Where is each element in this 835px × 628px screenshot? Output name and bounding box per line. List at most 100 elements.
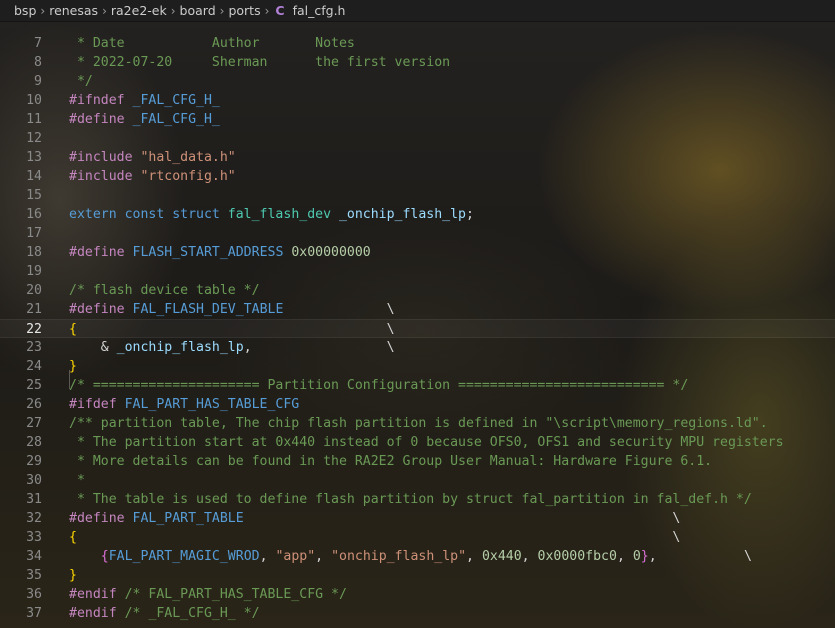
line-number: 28 — [26, 435, 42, 450]
code-line-13[interactable]: 13 #include "hal_data.h" — [0, 148, 835, 167]
code-token: FAL_FLASH_DEV_TABLE — [132, 302, 284, 317]
code-text: */ — [69, 72, 93, 91]
breadcrumb-item-renesas[interactable]: renesas — [49, 3, 98, 18]
line-number: 34 — [26, 549, 42, 564]
line-number: 22 — [26, 322, 42, 337]
code-line-11[interactable]: 11 #define _FAL_CFG_H_ — [0, 110, 835, 129]
code-token: } — [69, 568, 77, 583]
code-line-28[interactable]: 28 * The partition start at 0x440 instea… — [0, 433, 835, 452]
code-line-12[interactable]: 12 — [0, 129, 835, 148]
chevron-right-icon: › — [264, 3, 270, 18]
code-line-22[interactable]: 22 { \ — [0, 319, 835, 338]
line-number: 15 — [26, 188, 42, 203]
code-line-7[interactable]: 7 * Date Author Notes — [0, 34, 835, 53]
code-line-25[interactable]: 25 /* ===================== Partition Con… — [0, 376, 835, 395]
code-line-24[interactable]: 24} — [0, 357, 835, 376]
code-token: #ifdef — [69, 397, 125, 412]
code-token: \ — [76, 322, 395, 337]
code-text: #ifdef FAL_PART_HAS_TABLE_CFG — [69, 395, 299, 414]
code-token: * Date Author Notes — [69, 36, 355, 51]
code-token: /* ===================== Partition Confi… — [69, 378, 689, 393]
breadcrumb-item-bsp[interactable]: bsp — [14, 3, 36, 18]
code-text: * Date Author Notes — [69, 34, 355, 53]
code-token: , — [521, 549, 538, 564]
line-number: 37 — [26, 606, 42, 621]
code-token: "app" — [275, 549, 316, 564]
code-text: * More details can be found in the RA2E2… — [69, 452, 712, 471]
code-text: /** partition table, The chip flash part… — [69, 414, 768, 433]
code-text: #define FLASH_START_ADDRESS 0x00000000 — [69, 243, 371, 262]
code-token: /* flash device table */ — [69, 283, 260, 298]
line-number: 31 — [26, 492, 42, 507]
code-line-15[interactable]: 15 — [0, 186, 835, 205]
code-text: #endif /* _FAL_CFG_H_ */ — [69, 604, 260, 623]
line-number: 30 — [26, 473, 42, 488]
code-line-14[interactable]: 14 #include "rtconfig.h" — [0, 167, 835, 186]
code-token: /* _FAL_CFG_H_ */ — [124, 606, 260, 621]
code-token: _FAL_CFG_H_ — [132, 112, 220, 127]
code-token: FAL_PART_MAGIC_WROD — [108, 549, 260, 564]
code-token: , — [466, 549, 482, 564]
code-token: * 2022-07-20 Sherman the first version — [69, 55, 451, 70]
code-token: { — [100, 549, 109, 564]
code-text: #define FAL_FLASH_DEV_TABLE \ — [69, 300, 395, 319]
code-token: * The table is used to define flash part… — [69, 492, 752, 507]
code-token: FLASH_START_ADDRESS — [132, 245, 284, 260]
code-line-33[interactable]: 33 { \ — [0, 528, 835, 547]
code-text: { \ — [69, 320, 395, 339]
line-number: 16 — [26, 207, 42, 222]
code-line-8[interactable]: 8 * 2022-07-20 Sherman the first version — [0, 53, 835, 72]
code-token: { — [69, 530, 77, 545]
breadcrumb: bsp › renesas › ra2e2-ek › board › ports… — [0, 0, 835, 22]
code-token: #define — [69, 511, 133, 526]
code-line-32[interactable]: 32 #define FAL_PART_TABLE \ — [0, 509, 835, 528]
code-token: } — [640, 549, 649, 564]
breadcrumb-item-board[interactable]: board — [180, 3, 216, 18]
chevron-right-icon: › — [40, 3, 46, 18]
code-editor[interactable]: 7 * Date Author Notes 8 * 2022-07-20 Sher… — [0, 34, 835, 623]
code-line-27[interactable]: 27 /** partition table, The chip flash pa… — [0, 414, 835, 433]
line-number: 20 — [26, 283, 42, 298]
code-line-34[interactable]: 34 {FAL_PART_MAGIC_WROD, "app", "onchip_… — [0, 547, 835, 566]
line-number: 32 — [26, 511, 42, 526]
code-token: { — [69, 322, 77, 337]
code-token: , — [315, 549, 332, 564]
line-number: 36 — [26, 587, 42, 602]
code-token: */ — [69, 74, 93, 89]
code-token: #endif — [69, 606, 125, 621]
code-line-20[interactable]: 20 /* flash device table */ — [0, 281, 835, 300]
code-line-19[interactable]: 19 — [0, 262, 835, 281]
code-line-26[interactable]: 26 #ifdef FAL_PART_HAS_TABLE_CFG — [0, 395, 835, 414]
c-file-icon: C — [275, 3, 285, 18]
code-token: _FAL_CFG_H_ — [132, 93, 220, 108]
chevron-right-icon: › — [102, 3, 107, 18]
code-line-35[interactable]: 35} — [0, 566, 835, 585]
code-line-37[interactable]: 37 #endif /* _FAL_CFG_H_ */ — [0, 604, 835, 623]
code-line-10[interactable]: 10 #ifndef _FAL_CFG_H_ — [0, 91, 835, 110]
code-line-18[interactable]: 18 #define FLASH_START_ADDRESS 0x00000000 — [0, 243, 835, 262]
code-line-30[interactable]: 30 * — [0, 471, 835, 490]
code-line-29[interactable]: 29 * More details can be found in the RA… — [0, 452, 835, 471]
line-number: 10 — [26, 93, 42, 108]
breadcrumb-file-name[interactable]: fal_cfg.h — [293, 3, 346, 18]
code-line-16[interactable]: 16 extern const struct fal_flash_dev _onc… — [0, 205, 835, 224]
code-token: \ — [243, 511, 681, 526]
code-line-21[interactable]: 21 #define FAL_FLASH_DEV_TABLE \ — [0, 300, 835, 319]
code-line-9[interactable]: 9 */ — [0, 72, 835, 91]
line-number: 17 — [26, 226, 42, 241]
code-line-17[interactable]: 17 — [0, 224, 835, 243]
chevron-right-icon: › — [219, 3, 225, 18]
code-line-31[interactable]: 31 * The table is used to define flash p… — [0, 490, 835, 509]
code-line-23[interactable]: 23 & _onchip_flash_lp, \ — [0, 338, 835, 357]
code-token: } — [69, 359, 77, 374]
code-token: #define — [69, 245, 133, 260]
breadcrumb-item-ports[interactable]: ports — [228, 3, 260, 18]
code-text: #include "rtconfig.h" — [69, 167, 236, 186]
code-token: #ifndef — [69, 93, 133, 108]
breadcrumb-item-ra2e2-ek[interactable]: ra2e2-ek — [111, 3, 167, 18]
code-token: extern — [69, 207, 125, 222]
code-line-36[interactable]: 36 #endif /* FAL_PART_HAS_TABLE_CFG */ — [0, 585, 835, 604]
line-number: 33 — [26, 530, 42, 545]
code-text: #ifndef _FAL_CFG_H_ — [69, 91, 220, 110]
